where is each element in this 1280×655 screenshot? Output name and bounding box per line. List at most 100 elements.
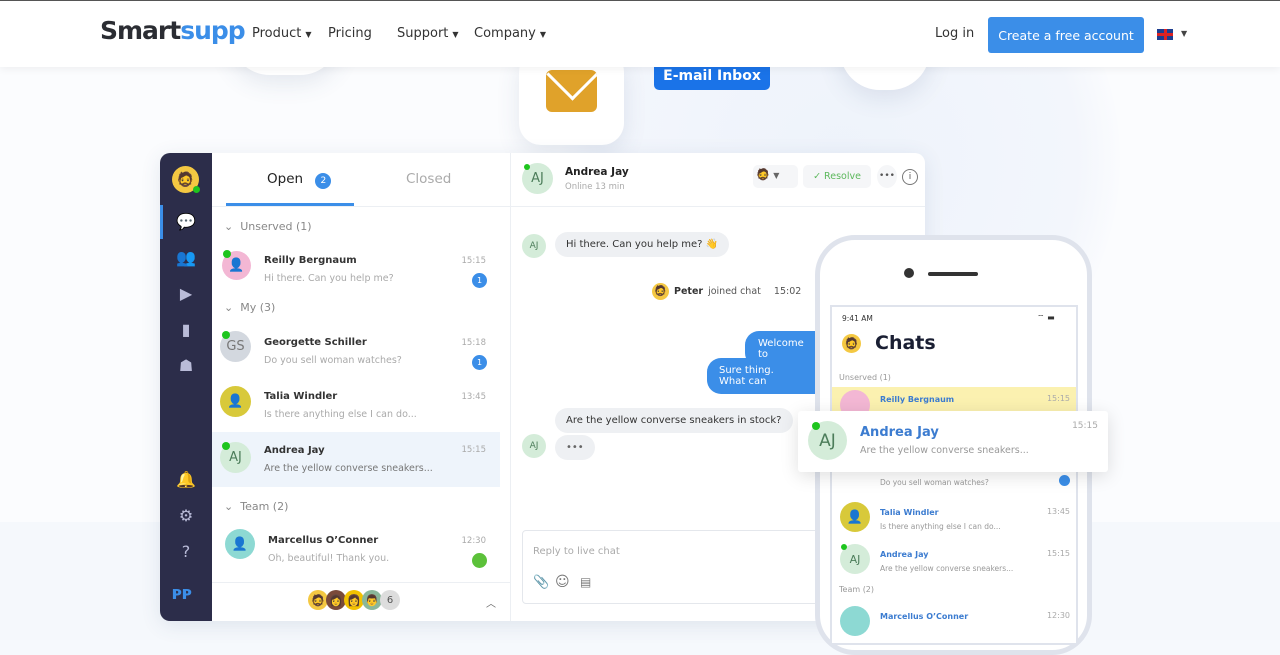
phone-section: Unserved (1): [839, 373, 891, 382]
nav-company[interactable]: Company ▼: [474, 26, 546, 41]
agent-avatar: 🧔: [308, 590, 328, 610]
language-caret-icon[interactable]: ▼: [1181, 29, 1187, 38]
speaker: [928, 272, 978, 276]
phone-list-item[interactable]: Marcellus O’Conner 12:30: [832, 604, 1076, 643]
bot-icon[interactable]: ☗: [176, 356, 196, 376]
uk-flag-icon[interactable]: [1157, 29, 1173, 40]
timestamp: 13:45: [461, 392, 487, 402]
contact-avatar: 👤: [220, 386, 251, 417]
chevron-down-icon: ▼: [773, 171, 780, 180]
message-text: Hi there. Can you help me?: [566, 239, 703, 250]
online-dot: [193, 186, 200, 193]
last-message: Is there anything else I can do...: [264, 409, 417, 420]
sidebar: 🧔 💬 👥 ▶ ▮ ☗ 🔔 ⚙ ? ᴘᴘ: [160, 153, 212, 621]
wave-emoji: 👋: [705, 239, 719, 250]
logo[interactable]: Smartsupp: [100, 16, 246, 45]
phone-title: Chats: [875, 332, 936, 354]
contact-avatar: AJ: [522, 234, 546, 258]
online-dot: [223, 250, 231, 258]
more-agents-count: 6: [380, 590, 400, 610]
online-dot: [222, 331, 230, 339]
open-count-badge: 2: [315, 173, 332, 189]
assign-agent-dropdown[interactable]: 🧔 ▼: [753, 165, 798, 188]
resolve-button[interactable]: ✓ Resolve: [803, 165, 871, 188]
divider: [212, 582, 511, 583]
last-message: Are the yellow converse sneakers...: [264, 463, 433, 474]
wifi-battery-icon: ⌔ ▬: [1037, 313, 1055, 322]
chats-icon[interactable]: 💬: [176, 212, 196, 232]
phone-clock: 9:41 AM: [842, 314, 873, 323]
attachment-icon[interactable]: 📎: [533, 575, 549, 590]
last-message: Oh, beautiful! Thank you.: [268, 553, 390, 564]
contact-name: Talia Windler: [264, 391, 338, 402]
notifications-icon[interactable]: 🔔: [176, 470, 196, 490]
contact-name: Marcellus O’Conner: [268, 535, 379, 546]
list-item[interactable]: 👤 Marcellus O’Conner Oh, beautiful! Than…: [212, 523, 500, 575]
section-my[interactable]: ⌄ My (3): [224, 301, 275, 314]
info-icon[interactable]: i: [902, 169, 918, 185]
active-indicator: [160, 205, 163, 239]
list-item[interactable]: 👤 Reilly Bergnaum Hi there. Can you help…: [212, 243, 500, 295]
camera: [904, 268, 914, 278]
online-agents[interactable]: 🧔 👩 👩 👨 6: [308, 590, 400, 610]
contact-avatar: 👤: [840, 502, 870, 532]
unread-badge: 1: [472, 355, 487, 370]
contact-name: Georgette Schiller: [264, 337, 367, 348]
incoming-message: Are the yellow converse sneakers in stoc…: [555, 408, 793, 433]
create-account-button[interactable]: Create a free account: [988, 17, 1144, 53]
agent-avatar: 🧔: [652, 283, 669, 300]
online-dot: [222, 442, 230, 450]
contact-avatar: 👤: [225, 529, 255, 559]
play-icon[interactable]: ▶: [176, 284, 196, 304]
agent-bot-badge: [472, 553, 487, 568]
phone-list-item[interactable]: AJ Andrea Jay Are the yellow converse sne…: [832, 542, 1076, 582]
section-team[interactable]: ⌄ Team (2): [224, 500, 288, 513]
chat-notification-card[interactable]: AJ Andrea Jay Are the yellow converse sn…: [798, 411, 1108, 472]
smartsupp-mascot-icon: ᴘᴘ: [172, 583, 193, 604]
phone-screen: 9:41 AM ⌔ ▬ 🧔 Chats Unserved (1) Reilly …: [830, 305, 1078, 645]
notification-message: Are the yellow converse sneakers...: [860, 445, 1029, 456]
typing-indicator: •••: [555, 435, 595, 460]
envelope-icon: [546, 70, 597, 112]
phone-list-item[interactable]: 👤 Talia Windler Is there anything else I …: [832, 500, 1076, 540]
help-icon[interactable]: ?: [176, 542, 196, 562]
statistics-icon[interactable]: ▮: [176, 320, 196, 340]
reply-input[interactable]: Reply to live chat 📎 ☺ ▤: [522, 530, 822, 604]
nav-pricing[interactable]: Pricing: [328, 26, 372, 41]
tab-open[interactable]: Open 2: [267, 171, 332, 189]
nav-support[interactable]: Support ▼: [397, 26, 459, 41]
timestamp: 12:30: [461, 536, 487, 546]
timestamp: 15:15: [461, 445, 487, 455]
tab-closed[interactable]: Closed: [406, 171, 451, 187]
more-options-icon[interactable]: •••: [877, 165, 897, 188]
online-dot: [841, 544, 847, 550]
online-dot: [812, 422, 820, 430]
unread-badge: 1: [472, 273, 487, 288]
chat-contact-status: Online 13 min: [565, 182, 625, 192]
canned-response-icon[interactable]: ▤: [580, 575, 591, 589]
contact-name: Reilly Bergnaum: [264, 255, 357, 266]
list-item[interactable]: GS Georgette Schiller Do you sell woman …: [212, 325, 500, 377]
section-unserved[interactable]: ⌄ Unserved (1): [224, 220, 312, 233]
login-link[interactable]: Log in: [935, 26, 974, 41]
list-item[interactable]: 👤 Talia Windler Is there anything else I…: [212, 379, 500, 431]
contact-avatar: [840, 606, 870, 636]
contact-name: Andrea Jay: [264, 445, 325, 456]
emoji-icon[interactable]: ☺: [555, 574, 570, 590]
list-item-selected[interactable]: AJ Andrea Jay Are the yellow converse sn…: [212, 432, 500, 487]
timestamp: 15:15: [461, 256, 487, 266]
contacts-icon[interactable]: 👥: [176, 248, 196, 268]
user-avatar: 🧔: [842, 334, 861, 353]
contact-avatar: AJ: [522, 434, 546, 458]
divider: [511, 206, 925, 207]
chevron-up-icon[interactable]: ︿: [486, 595, 496, 610]
notification-name: Andrea Jay: [860, 425, 939, 440]
nav-product[interactable]: Product ▼: [252, 26, 312, 41]
notification-time: 15:15: [1072, 421, 1098, 431]
incoming-message: Hi there. Can you help me? 👋: [555, 232, 730, 257]
conversation-list: Open 2 Closed ⌄ Unserved (1) 👤 Reilly Be…: [212, 153, 511, 621]
settings-icon[interactable]: ⚙: [176, 506, 196, 526]
last-message: Do you sell woman watches?: [264, 355, 402, 366]
check-icon: ✓: [813, 171, 825, 182]
chat-contact-name: Andrea Jay: [565, 166, 629, 178]
